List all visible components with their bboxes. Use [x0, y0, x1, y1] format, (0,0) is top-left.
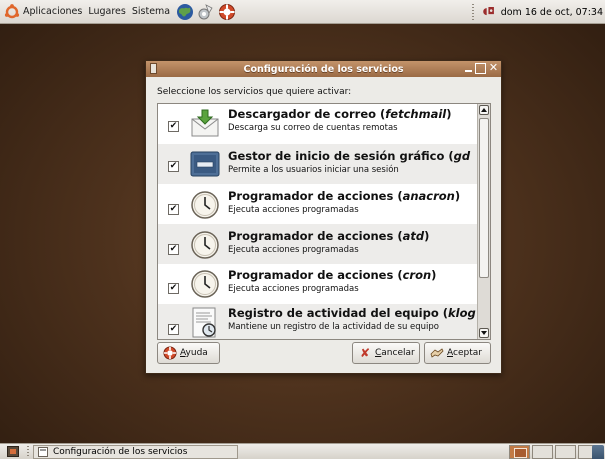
- workspace-3[interactable]: [555, 445, 576, 459]
- help-button[interactable]: Ayuda: [157, 342, 220, 364]
- volume-icon[interactable]: ◖◘: [483, 5, 497, 19]
- list-item-fetchmail[interactable]: ✔ Descargador de correo (fetchmail) Desc…: [158, 104, 478, 144]
- scrollbar-thumb[interactable]: [479, 118, 489, 278]
- instruction-label: Seleccione los servicios que quiere acti…: [157, 87, 352, 97]
- scroll-up-button[interactable]: [479, 105, 489, 115]
- window-app-icon: [38, 447, 48, 457]
- arrow-up-icon: [481, 108, 487, 112]
- menu-places[interactable]: Lugares: [85, 0, 129, 24]
- menu-system[interactable]: Sistema: [129, 0, 173, 24]
- list-item-cron[interactable]: ✔ Programador de acciones (cron) Ejecuta…: [158, 264, 478, 304]
- help-button-label: Ayuda: [180, 348, 208, 358]
- arrow-down-icon: [481, 331, 487, 335]
- checkbox-cron[interactable]: ✔: [168, 283, 179, 294]
- clock-icon: [190, 230, 220, 260]
- checkbox-klogd[interactable]: ✔: [168, 324, 179, 335]
- service-description: Ejecuta acciones programadas: [228, 284, 359, 294]
- checkbox-gdm[interactable]: ✔: [168, 161, 179, 172]
- service-list[interactable]: ✔ Descargador de correo (fetchmail) Desc…: [157, 103, 491, 340]
- help-lifebuoy-icon: [163, 346, 177, 360]
- web-browser-launcher-icon[interactable]: [176, 3, 194, 21]
- window-menu-icon[interactable]: [150, 63, 157, 74]
- minimize-button[interactable]: [463, 63, 474, 74]
- list-item-klogd[interactable]: ✔ Registro de actividad del equipo (klog…: [158, 304, 478, 339]
- cancel-button[interactable]: ✘ Cancelar: [352, 342, 420, 364]
- checkbox-atd[interactable]: ✔: [168, 244, 179, 255]
- top-panel: Aplicaciones Lugares Sistema ◖◘ dom 16 d…: [0, 0, 605, 24]
- log-viewer-icon: [190, 307, 220, 338]
- taskbar-window-button[interactable]: Configuración de los servicios: [33, 445, 238, 459]
- clock-icon: [190, 269, 220, 299]
- taskbar-window-title: Configuración de los servicios: [53, 447, 188, 457]
- list-item-anacron[interactable]: ✔ Programador de acciones (anacron) Ejec…: [158, 184, 478, 224]
- workspace-2[interactable]: [532, 445, 553, 459]
- mail-download-icon: [190, 109, 220, 139]
- list-item-gdm[interactable]: ✔ Gestor de inicio de sesión gráfico (gd…: [158, 144, 478, 184]
- mail-client-launcher-icon[interactable]: [197, 3, 215, 21]
- services-dialog: Configuración de los servicios ✕ Selecci…: [145, 60, 502, 374]
- panel-separator: [27, 446, 29, 458]
- accept-handshake-icon: [430, 346, 444, 360]
- service-name: Programador de acciones (cron): [228, 268, 437, 282]
- maximize-button[interactable]: [475, 63, 486, 74]
- trash-icon[interactable]: [592, 445, 604, 459]
- checkbox-anacron[interactable]: ✔: [168, 204, 179, 215]
- cancel-button-label: Cancelar: [375, 348, 415, 358]
- list-item-atd[interactable]: ✔ Programador de acciones (atd) Ejecuta …: [158, 224, 478, 264]
- show-desktop-icon[interactable]: [7, 446, 19, 457]
- workspace-1[interactable]: [509, 445, 530, 459]
- accept-button-label: Aceptar: [447, 348, 482, 358]
- scroll-down-button[interactable]: [479, 328, 489, 338]
- bottom-panel: Configuración de los servicios: [0, 443, 605, 459]
- help-launcher-icon[interactable]: [218, 3, 236, 21]
- close-button[interactable]: ✕: [488, 62, 499, 74]
- service-name: Registro de actividad del equipo (klog: [228, 306, 476, 320]
- service-name: Programador de acciones (atd): [228, 229, 430, 243]
- service-name: Gestor de inicio de sesión gráfico (gd: [228, 149, 471, 163]
- titlebar[interactable]: Configuración de los servicios ✕: [146, 61, 501, 77]
- service-description: Ejecuta acciones programadas: [228, 205, 359, 215]
- clock-icon: [190, 190, 220, 220]
- accept-button[interactable]: Aceptar: [424, 342, 491, 364]
- ubuntu-logo-icon[interactable]: [4, 3, 20, 20]
- vertical-scrollbar[interactable]: [477, 104, 490, 339]
- service-description: Ejecuta acciones programadas: [228, 245, 359, 255]
- checkbox-fetchmail[interactable]: ✔: [168, 121, 179, 132]
- display-manager-icon: [190, 149, 220, 179]
- cancel-x-icon: ✘: [359, 346, 371, 360]
- menu-applications[interactable]: Aplicaciones: [20, 0, 85, 24]
- clock[interactable]: dom 16 de oct, 07:34: [501, 7, 603, 18]
- service-name: Descargador de correo (fetchmail): [228, 107, 452, 121]
- service-description: Permite a los usuarios iniciar una sesió…: [228, 165, 399, 175]
- service-description: Mantiene un registro de la actividad de …: [228, 322, 439, 332]
- service-name: Programador de acciones (anacron): [228, 189, 461, 203]
- clock-area: ◖◘ dom 16 de oct, 07:34: [483, 0, 605, 24]
- window-title: Configuración de los servicios: [243, 63, 404, 75]
- panel-separator: [472, 4, 474, 20]
- service-description: Descarga su correo de cuentas remotas: [228, 123, 398, 133]
